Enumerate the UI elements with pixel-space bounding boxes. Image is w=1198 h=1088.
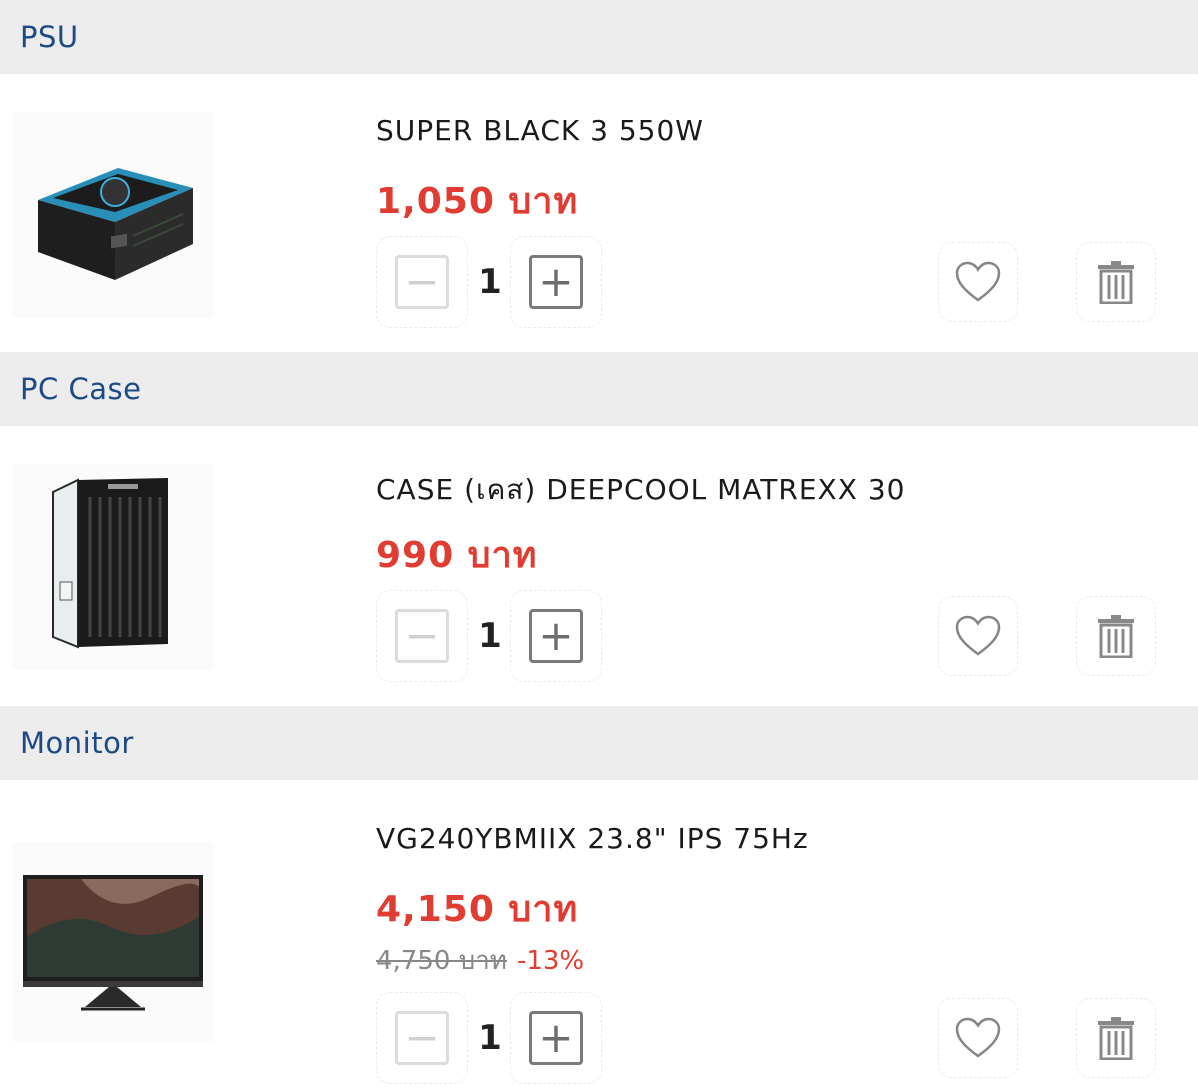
- plus-icon: +: [529, 609, 583, 663]
- increase-button[interactable]: +: [510, 236, 602, 328]
- category-title: PC Case: [20, 372, 142, 406]
- cart-item-monitor: VG240YBMIIX 23.8" IPS 75Hz 4,150 บาท 4,7…: [0, 780, 1198, 1088]
- heart-icon: [955, 1017, 1001, 1058]
- monitor-image[interactable]: [12, 842, 214, 1042]
- original-price: 4,750 บาท: [376, 946, 507, 976]
- wishlist-button[interactable]: [938, 242, 1018, 322]
- original-price-row: 4,750 บาท -13%: [376, 940, 584, 981]
- minus-icon: −: [395, 609, 449, 663]
- decrease-button[interactable]: −: [376, 590, 468, 682]
- delete-button[interactable]: [1076, 242, 1156, 322]
- product-name[interactable]: SUPER BLACK 3 550W: [376, 114, 704, 147]
- cart-item-pc-case: CASE (เคส) DEEPCOOL MATREXX 30 990 บาท −…: [0, 426, 1198, 706]
- category-header-pc-case: PC Case: [0, 352, 1198, 426]
- product-name[interactable]: VG240YBMIIX 23.8" IPS 75Hz: [376, 822, 809, 855]
- quantity-stepper: − 1 +: [376, 236, 604, 328]
- trash-icon: [1098, 261, 1134, 304]
- category-header-psu: PSU: [0, 0, 1198, 74]
- cart-item-psu: SUPER BLACK 3 550W 1,050 บาท − 1 +: [0, 74, 1198, 352]
- heart-icon: [955, 261, 1001, 302]
- minus-icon: −: [395, 1011, 449, 1065]
- category-header-monitor: Monitor: [0, 706, 1198, 780]
- discount-badge: -13%: [516, 946, 585, 976]
- category-title: PSU: [20, 20, 79, 54]
- product-price: 4,150 บาท: [376, 889, 579, 930]
- plus-icon: +: [529, 1011, 583, 1065]
- quantity-value: 1: [478, 1018, 502, 1058]
- wishlist-button[interactable]: [938, 998, 1018, 1078]
- wishlist-button[interactable]: [938, 596, 1018, 676]
- quantity-stepper: − 1 +: [376, 590, 604, 682]
- decrease-button[interactable]: −: [376, 992, 468, 1084]
- plus-icon: +: [529, 255, 583, 309]
- category-title: Monitor: [20, 726, 134, 760]
- psu-image[interactable]: [12, 112, 214, 318]
- product-name[interactable]: CASE (เคส) DEEPCOOL MATREXX 30: [376, 468, 905, 512]
- increase-button[interactable]: +: [510, 590, 602, 682]
- trash-icon: [1098, 615, 1134, 658]
- increase-button[interactable]: +: [510, 992, 602, 1084]
- minus-icon: −: [395, 255, 449, 309]
- pc-case-image[interactable]: [12, 464, 214, 670]
- delete-button[interactable]: [1076, 596, 1156, 676]
- product-price: 1,050 บาท: [376, 181, 579, 222]
- quantity-value: 1: [478, 616, 502, 656]
- decrease-button[interactable]: −: [376, 236, 468, 328]
- delete-button[interactable]: [1076, 998, 1156, 1078]
- quantity-value: 1: [478, 262, 502, 302]
- product-price: 990 บาท: [376, 535, 538, 576]
- quantity-stepper: − 1 +: [376, 992, 604, 1084]
- heart-icon: [955, 615, 1001, 656]
- trash-icon: [1098, 1017, 1134, 1060]
